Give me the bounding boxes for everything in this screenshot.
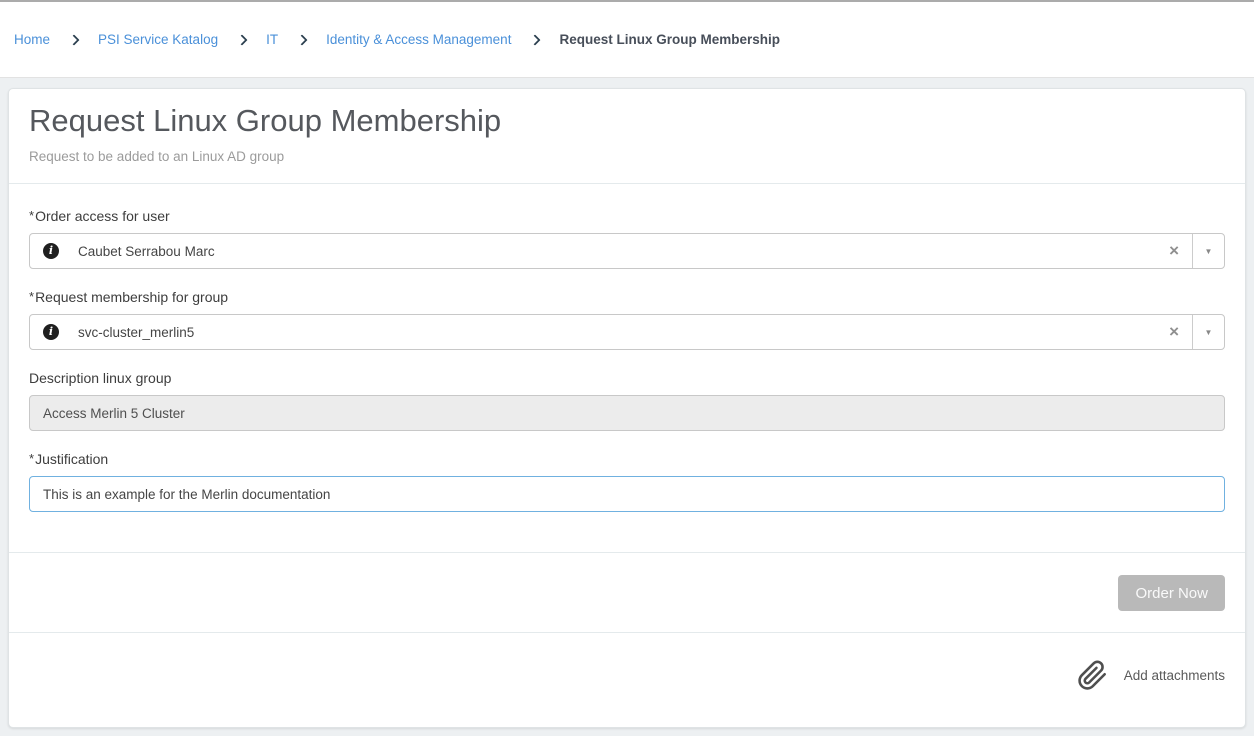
breadcrumb-link-psi-service-katalog[interactable]: PSI Service Katalog bbox=[98, 32, 218, 47]
order-now-button[interactable]: Order Now bbox=[1118, 575, 1225, 611]
chevron-right-icon bbox=[530, 34, 541, 45]
dropdown-caret-icon[interactable]: ▼ bbox=[1192, 315, 1224, 349]
field-label-text: Request membership for group bbox=[35, 289, 228, 305]
request-form: *Order access for user i Caubet Serrabou… bbox=[9, 184, 1245, 552]
add-attachments-link[interactable]: Add attachments bbox=[1124, 668, 1225, 683]
info-icon[interactable]: i bbox=[43, 324, 59, 340]
field-label-text: Justification bbox=[35, 451, 108, 467]
field-request-membership-for-group: *Request membership for group i svc-clus… bbox=[29, 289, 1225, 350]
page-title: Request Linux Group Membership bbox=[29, 103, 1225, 139]
attachments-section: Add attachments bbox=[9, 632, 1245, 727]
card-header: Request Linux Group Membership Request t… bbox=[9, 89, 1245, 183]
user-select-value: Caubet Serrabou Marc bbox=[78, 244, 1156, 259]
field-justification: *Justification bbox=[29, 451, 1225, 512]
chevron-right-icon bbox=[236, 34, 247, 45]
justification-input[interactable] bbox=[29, 476, 1225, 512]
order-actions-section: Order Now bbox=[9, 552, 1245, 632]
field-label-text: Order access for user bbox=[35, 208, 170, 224]
user-select[interactable]: i Caubet Serrabou Marc × ▼ bbox=[29, 233, 1225, 269]
breadcrumb-link-home[interactable]: Home bbox=[14, 32, 50, 47]
field-description-linux-group: Description linux group bbox=[29, 370, 1225, 431]
field-label: *Order access for user bbox=[29, 208, 1225, 224]
breadcrumb-current-page: Request Linux Group Membership bbox=[559, 32, 780, 47]
field-label: Description linux group bbox=[29, 370, 1225, 386]
required-asterisk: * bbox=[29, 289, 34, 304]
info-icon[interactable]: i bbox=[43, 243, 59, 259]
dropdown-caret-icon[interactable]: ▼ bbox=[1192, 234, 1224, 268]
field-label: *Request membership for group bbox=[29, 289, 1225, 305]
chevron-right-icon bbox=[296, 34, 307, 45]
catalog-item-card: Request Linux Group Membership Request t… bbox=[8, 88, 1246, 728]
breadcrumb-link-identity-access-management[interactable]: Identity & Access Management bbox=[326, 32, 511, 47]
clear-icon[interactable]: × bbox=[1156, 315, 1192, 349]
required-asterisk: * bbox=[29, 451, 34, 466]
breadcrumb: Home PSI Service Katalog IT Identity & A… bbox=[0, 2, 1254, 78]
description-linux-group-input bbox=[29, 395, 1225, 431]
field-label-text: Description linux group bbox=[29, 370, 171, 386]
required-asterisk: * bbox=[29, 208, 34, 223]
clear-icon[interactable]: × bbox=[1156, 234, 1192, 268]
group-select-value: svc-cluster_merlin5 bbox=[78, 325, 1156, 340]
field-label: *Justification bbox=[29, 451, 1225, 467]
breadcrumb-link-it[interactable]: IT bbox=[266, 32, 278, 47]
paperclip-icon[interactable] bbox=[1077, 660, 1108, 691]
field-order-access-for-user: *Order access for user i Caubet Serrabou… bbox=[29, 208, 1225, 269]
chevron-right-icon bbox=[68, 34, 79, 45]
page-subtitle: Request to be added to an Linux AD group bbox=[29, 149, 1225, 164]
group-select[interactable]: i svc-cluster_merlin5 × ▼ bbox=[29, 314, 1225, 350]
